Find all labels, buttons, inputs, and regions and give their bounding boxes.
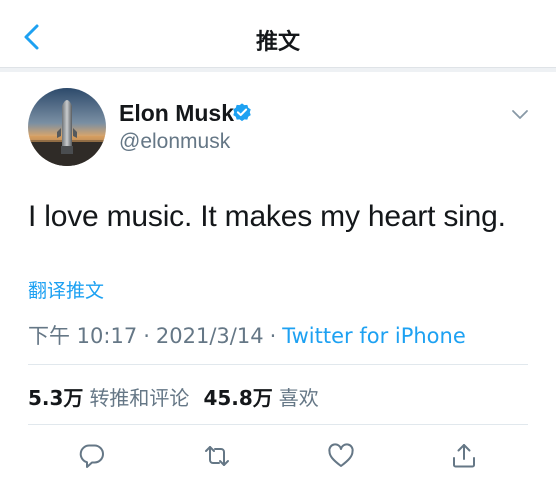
like-button[interactable] xyxy=(326,441,356,471)
reply-button[interactable] xyxy=(77,441,107,471)
tweet-source-link[interactable]: Twitter for iPhone xyxy=(282,324,466,348)
tweet-date: 2021/3/14 xyxy=(155,324,264,348)
meta-separator: · xyxy=(269,324,277,348)
heart-icon xyxy=(328,443,354,467)
header-divider xyxy=(0,67,556,72)
page-title: 推文 xyxy=(255,30,300,55)
meta-separator: · xyxy=(143,324,150,348)
reply-icon xyxy=(79,444,104,468)
divider xyxy=(28,364,528,365)
likes-label[interactable]: 喜欢 xyxy=(279,386,319,410)
retweets-label[interactable]: 转推和评论 xyxy=(89,386,189,410)
author-display-name[interactable]: Elon Musk xyxy=(119,100,234,127)
share-button[interactable] xyxy=(449,441,479,471)
header-bar: 推文 xyxy=(0,0,556,72)
tweet-text: I love music. It makes my heart sing. xyxy=(28,200,506,233)
tweet-time: 下午 10:17 xyxy=(28,324,138,348)
avatar-image xyxy=(28,88,106,166)
chevron-down-icon xyxy=(512,110,528,119)
retweets-count[interactable]: 5.3万 xyxy=(28,386,83,410)
more-options-button[interactable] xyxy=(508,104,532,124)
translate-tweet-link[interactable]: 翻译推文 xyxy=(28,276,104,303)
author-handle[interactable]: @elonmusk xyxy=(119,130,230,154)
tweet-meta: 下午 10:17 · 2021/3/14 · Twitter for iPhone xyxy=(28,320,466,350)
retweet-icon xyxy=(205,446,229,466)
tweet-stats: 5.3万 转推和评论 45.8万 喜欢 xyxy=(28,382,333,411)
share-icon xyxy=(453,444,475,468)
divider xyxy=(28,424,528,425)
avatar[interactable] xyxy=(28,88,106,166)
verified-badge-icon xyxy=(231,102,253,124)
likes-count[interactable]: 45.8万 xyxy=(203,386,272,410)
retweet-button[interactable] xyxy=(202,441,232,471)
